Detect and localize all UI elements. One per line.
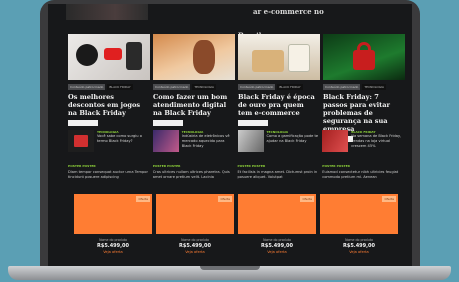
article-card[interactable]: Conteúdo patrocinado TECNOLOGIA Como faz…	[153, 34, 235, 142]
topic-tag[interactable]: BLACK FRIDAY	[277, 84, 303, 90]
see-offer-link[interactable]: Veja oferta	[156, 250, 234, 254]
article-image[interactable]	[323, 34, 405, 80]
column-text[interactable]: Diam tempor consequat auctor urna Tempor…	[68, 170, 150, 180]
product-card[interactable]: Oferta Nome do produto R$5.499,00 Veja o…	[156, 194, 234, 254]
offer-badge: Oferta	[382, 196, 396, 202]
mini-thumbnail[interactable]	[152, 130, 179, 152]
category-tag[interactable]: Conteúdo patrocinado	[238, 84, 276, 90]
top-strip: ar e-commerce no	[48, 4, 412, 22]
browser-screen: ar e-commerce no Brasil Conteúdo patroci…	[48, 4, 412, 266]
article-title[interactable]: Black Friday é época de ouro pra quem te…	[238, 93, 320, 117]
mini-title[interactable]: Você sabe como surgiu o termo Black Frid…	[97, 134, 150, 144]
product-price: R$5.499,00	[342, 243, 375, 249]
category-tag[interactable]: Conteúdo patrocinado	[68, 84, 106, 90]
topic-tag[interactable]: TECNOLOGIA	[192, 84, 216, 90]
laptop-notch	[200, 266, 260, 270]
text-columns: POSTER POSTER Diam tempor consequat auct…	[68, 164, 404, 180]
product-price: R$5.499,00	[260, 243, 293, 249]
mini-thumbnail[interactable]	[322, 130, 349, 152]
mini-title[interactable]: Como a gamificação pode te ajudar na Bla…	[267, 134, 320, 144]
product-price: R$5.499,00	[178, 243, 211, 249]
product-name: Nome do produto	[263, 238, 291, 242]
text-column[interactable]: POSTER POSTER Diam tempor consequat auct…	[68, 164, 150, 180]
column-tag[interactable]: POSTER POSTER	[322, 164, 404, 168]
article-card[interactable]: Conteúdo patrocinado BLACK FRIDAY Black …	[238, 34, 320, 142]
topic-tag[interactable]: TECNOLOGIA	[362, 84, 386, 90]
article-image[interactable]	[153, 34, 235, 80]
mini-title[interactable]: Indústria de eletrônicos vê mercado aque…	[182, 134, 235, 149]
see-offer-link[interactable]: Veja oferta	[238, 250, 316, 254]
header-thumbnail[interactable]	[66, 4, 148, 20]
offer-badge: Oferta	[136, 196, 150, 202]
article-card[interactable]: Conteúdo patrocinado BLACK FRIDAY Os mel…	[68, 34, 150, 142]
topic-tag[interactable]: BLACK FRIDAY	[107, 84, 133, 90]
author-chip	[238, 120, 268, 126]
product-image[interactable]: Oferta	[74, 194, 152, 234]
category-tag[interactable]: Conteúdo patrocinado	[323, 84, 361, 90]
article-title[interactable]: Os melhores descontos em jogos na Black …	[68, 93, 150, 117]
mini-thumbnail[interactable]	[237, 130, 264, 152]
product-image[interactable]: Oferta	[238, 194, 316, 234]
mini-article[interactable]: BLACK FRIDAY Na semana de Black Friday, …	[322, 130, 404, 152]
product-name: Nome do produto	[99, 238, 127, 242]
text-column[interactable]: POSTER POSTER Et facilisis in magna amet…	[238, 164, 320, 180]
author-chip	[68, 120, 98, 126]
product-image[interactable]: Oferta	[320, 194, 398, 234]
mini-articles: TECNOLOGIA Você sabe como surgiu o termo…	[68, 130, 404, 152]
column-tag[interactable]: POSTER POSTER	[68, 164, 150, 168]
product-image[interactable]: Oferta	[156, 194, 234, 234]
column-text[interactable]: Euismod consectetur nibh ultricies feugi…	[322, 170, 404, 180]
product-card[interactable]: Oferta Nome do produto R$5.499,00 Veja o…	[238, 194, 316, 254]
column-text[interactable]: Cras ultrices nullam ultrices pharetra. …	[153, 170, 235, 180]
mini-title[interactable]: Na semana de Black Friday, vendas na loj…	[351, 134, 404, 149]
author-chip	[153, 120, 183, 126]
article-image[interactable]	[68, 34, 150, 80]
offer-badge: Oferta	[218, 196, 232, 202]
mini-article[interactable]: TECNOLOGIA Indústria de eletrônicos vê m…	[152, 130, 235, 152]
mini-article[interactable]: TECNOLOGIA Como a gamificação pode te aj…	[237, 130, 320, 152]
featured-cards: Conteúdo patrocinado BLACK FRIDAY Os mel…	[68, 34, 405, 142]
product-name: Nome do produto	[181, 238, 209, 242]
article-image[interactable]	[238, 34, 320, 80]
article-title[interactable]: Como fazer um bom atendimento digital na…	[153, 93, 235, 117]
product-name: Nome do produto	[345, 238, 373, 242]
product-price: R$5.499,00	[96, 243, 129, 249]
see-offer-link[interactable]: Veja oferta	[320, 250, 398, 254]
text-column[interactable]: POSTER POSTER Euismod consectetur nibh u…	[322, 164, 404, 180]
header-title[interactable]: ar e-commerce no	[253, 7, 324, 16]
column-text[interactable]: Et facilisis in magna amet. Dictumst pro…	[238, 170, 320, 180]
text-column[interactable]: POSTER POSTER Cras ultrices nullam ultri…	[153, 164, 235, 180]
product-card[interactable]: Oferta Nome do produto R$5.499,00 Veja o…	[320, 194, 398, 254]
see-offer-link[interactable]: Veja oferta	[74, 250, 152, 254]
mini-thumbnail[interactable]	[68, 130, 94, 152]
product-card[interactable]: Oferta Nome do produto R$5.499,00 Veja o…	[74, 194, 152, 254]
product-offers: Oferta Nome do produto R$5.499,00 Veja o…	[74, 194, 400, 254]
article-card[interactable]: Conteúdo patrocinado TECNOLOGIA Black Fr…	[323, 34, 405, 142]
offer-badge: Oferta	[300, 196, 314, 202]
column-tag[interactable]: POSTER POSTER	[238, 164, 320, 168]
mini-article[interactable]: TECNOLOGIA Você sabe como surgiu o termo…	[68, 130, 150, 152]
article-title[interactable]: Black Friday: 7 passos para evitar probl…	[323, 93, 405, 133]
column-tag[interactable]: POSTER POSTER	[153, 164, 235, 168]
category-tag[interactable]: Conteúdo patrocinado	[153, 84, 191, 90]
